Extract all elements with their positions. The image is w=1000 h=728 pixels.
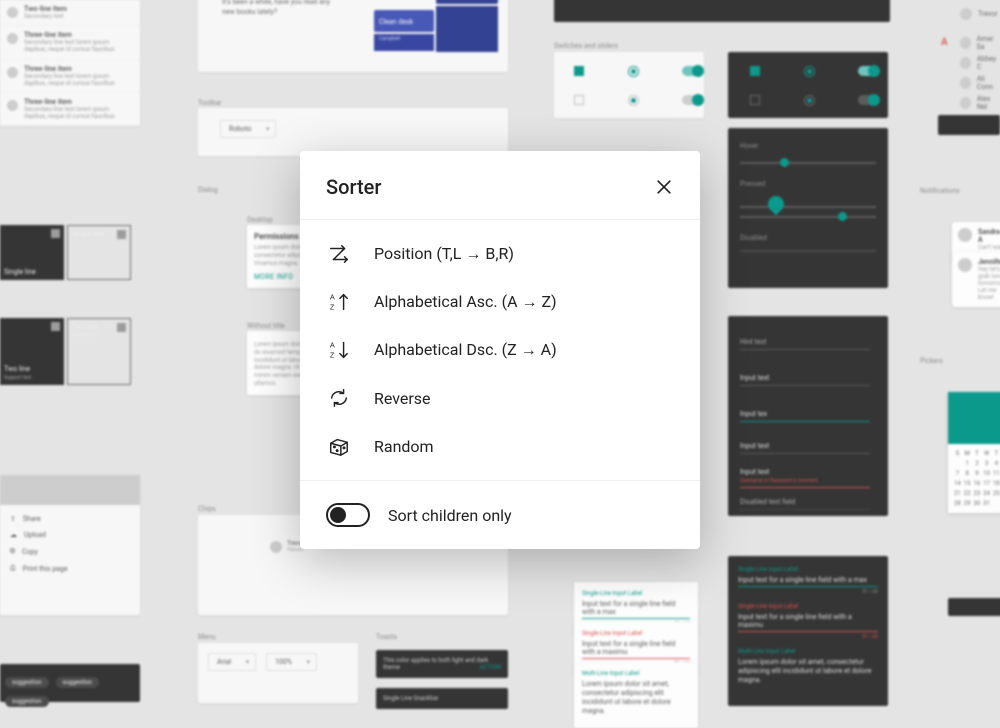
close-button[interactable] — [654, 177, 674, 197]
option-random[interactable]: Random — [300, 422, 700, 470]
position-icon — [328, 243, 350, 265]
modal-title: Sorter — [326, 175, 381, 199]
svg-text:Z: Z — [330, 350, 335, 359]
svg-text:Z: Z — [330, 302, 335, 311]
random-icon — [328, 435, 350, 457]
sort-options-list: Position (T,L → B,R) A Z Alphabetical As… — [300, 220, 700, 480]
sorter-modal: Sorter Position (T,L → B,R) — [300, 151, 700, 549]
option-label: Position (T,L → B,R) — [374, 244, 514, 264]
option-label: Alphabetical Asc. (A → Z) — [374, 292, 557, 312]
option-reverse[interactable]: Reverse — [300, 374, 700, 422]
modal-overlay: Sorter Position (T,L → B,R) — [0, 0, 1000, 700]
option-label: Reverse — [374, 389, 431, 408]
option-position[interactable]: Position (T,L → B,R) — [300, 230, 700, 278]
svg-text:A: A — [330, 292, 335, 301]
alpha-desc-icon: A Z — [328, 339, 350, 361]
option-alpha-desc[interactable]: A Z Alphabetical Dsc. (Z → A) — [300, 326, 700, 374]
svg-text:A: A — [330, 340, 335, 349]
alpha-asc-icon: A Z — [328, 291, 350, 313]
option-alpha-asc[interactable]: A Z Alphabetical Asc. (A → Z) — [300, 278, 700, 326]
option-label: Random — [374, 437, 434, 456]
sort-children-label: Sort children only — [388, 506, 512, 525]
close-icon — [654, 177, 674, 197]
sort-children-toggle[interactable] — [326, 503, 370, 527]
option-label: Alphabetical Dsc. (Z → A) — [374, 340, 557, 360]
reverse-icon — [328, 387, 350, 409]
